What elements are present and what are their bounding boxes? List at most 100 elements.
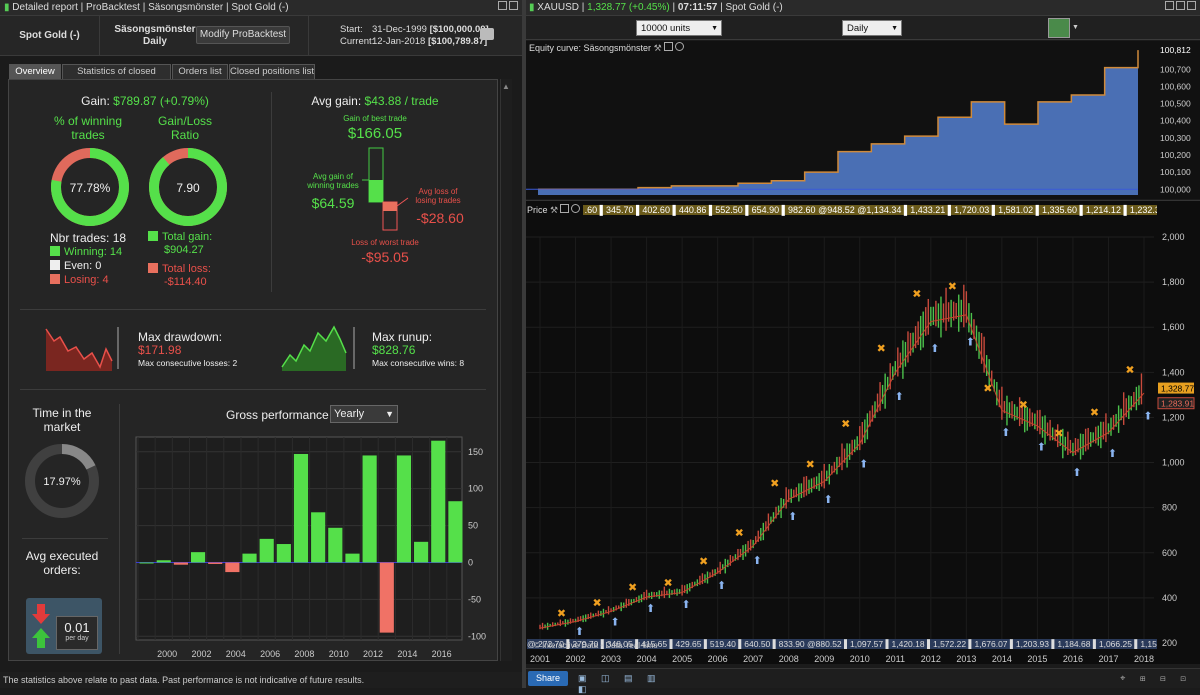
sell-marker-icon: ✖ (557, 608, 566, 620)
close-icon[interactable] (1187, 1, 1196, 10)
x-tick-label: 2004 (226, 649, 246, 659)
units-select[interactable]: 10000 units ▼ (636, 20, 722, 36)
buy-marker-icon: ⬆ (930, 343, 939, 355)
print-icon[interactable] (480, 28, 494, 40)
zoom-tools[interactable]: ⌖ ⊞ ⊟ ⊡ (1112, 673, 1192, 684)
buy-marker-icon: ⬆ (966, 337, 975, 349)
tab-closed-positions[interactable]: Closed positions list (229, 64, 315, 79)
y-tick-label: 50 (468, 521, 478, 531)
buy-marker-icon: ⬆ (1143, 411, 1152, 423)
x-tick-label: 2010 (329, 649, 349, 659)
time-in-market-value: 17.97% (43, 476, 81, 488)
scrollbar[interactable]: ▲ (500, 79, 512, 661)
modify-probacktest-button[interactable]: Modify ProBacktest (196, 26, 290, 44)
sell-marker-icon: ✖ (983, 383, 992, 395)
tab-orders-list[interactable]: Orders list (172, 64, 228, 79)
y-tick-label: 150 (468, 447, 483, 457)
avg-gain-label: Avg gain: (311, 94, 362, 108)
total-gain-label: Total gain: (162, 231, 213, 243)
buy-marker-icon: ⬆ (788, 511, 797, 523)
start-date: 31-Dec-1999 (372, 24, 427, 35)
close-icon[interactable] (674, 42, 684, 51)
close-icon[interactable] (571, 204, 581, 213)
equity-axis-label: 100,200 (1160, 150, 1191, 160)
buy-marker-icon: ⬆ (1037, 442, 1046, 454)
x-tick-label: 2002 (191, 649, 211, 659)
title-strategy: Säsongsmönster (148, 2, 224, 13)
right-title-bar: ▮ XAUUSD | 1,328.77 (+0.45%) | 07:11:57 … (526, 0, 1200, 16)
sell-marker-icon: ✖ (841, 419, 850, 431)
title-instrument: Spot Gold (-) (725, 2, 783, 13)
minimize-icon[interactable] (1165, 1, 1174, 10)
nbr-trades: Nbr trades: 18 (50, 231, 126, 245)
performance-bar (208, 562, 223, 564)
performance-bar (242, 553, 257, 563)
avg-win-bar (369, 180, 383, 202)
y-tick-label: 100 (468, 484, 483, 494)
performance-bar (259, 538, 274, 563)
tab-overview[interactable]: Overview (9, 64, 61, 79)
buy-marker-icon: ⬆ (859, 458, 868, 470)
red-square-icon (148, 263, 158, 273)
green-square-icon (148, 231, 158, 241)
avg-executed-orders-label: Avg executed orders: (25, 549, 99, 577)
maximize-icon[interactable] (560, 204, 570, 213)
wrench-icon[interactable]: ⚒ (550, 205, 558, 215)
price-chart: 2,000 1,800 1,600 1,400 1,200 1,000 800 600 400 2… (526, 232, 1195, 664)
window-controls[interactable] (1146, 0, 1196, 16)
start-label: Start: (340, 24, 363, 35)
max-drawdown-value: $171.98 (138, 343, 182, 357)
report-header: Spot Gold (-) Säsongsmönster Daily Modif… (0, 16, 522, 56)
wrench-icon[interactable]: ⚒ (654, 43, 662, 53)
minimize-icon[interactable] (498, 1, 507, 10)
maximize-icon[interactable] (663, 42, 673, 51)
period-select[interactable]: Yearly ▼ (330, 405, 398, 423)
avg-gain-value: $43.88 / trade (364, 94, 439, 108)
year-label: 2004 (637, 654, 657, 664)
current-date: 12-Jan-2018 (372, 36, 426, 47)
share-button[interactable]: Share (528, 671, 568, 686)
price-axis-label: 1,400 (1162, 367, 1185, 377)
drawing-tools[interactable]: ▣ ◫ ▤ ▥ ◧ (578, 673, 678, 694)
time-in-market-donut: 17.97% (25, 444, 99, 518)
best-trade-value: $166.05 (347, 125, 403, 142)
performance-bar (173, 562, 188, 565)
window-controls[interactable] (478, 0, 518, 16)
winning-value: 14 (109, 246, 123, 258)
avg-loss-pointer (396, 197, 409, 207)
strategy-name: Säsongsmönster (114, 24, 196, 35)
gain-value: $789.87 (+0.79%) (113, 94, 209, 108)
performance-bar (293, 453, 309, 563)
year-label: 2018 (1134, 654, 1154, 664)
close-icon[interactable] (509, 1, 518, 10)
maximize-icon[interactable] (1176, 1, 1185, 10)
y-tick-label: -100 (468, 631, 486, 641)
year-label: 2001 (530, 654, 550, 664)
white-square-icon (50, 260, 60, 270)
best-trade-label: Gain of best trade (343, 114, 407, 123)
equity-axis-label: 100,100 (1160, 167, 1191, 177)
losing-label: Losing: (64, 274, 100, 286)
sell-marker-icon: ✖ (1054, 428, 1063, 440)
sell-marker-icon: ✖ (1019, 400, 1028, 412)
copyright: © Interactive Data • Data: real-time (534, 641, 658, 650)
sell-marker-icon: ✖ (628, 582, 637, 594)
last-price: 1,328.77 (+0.45%) (587, 2, 670, 13)
price-axis-label: 600 (1162, 548, 1177, 558)
tab-statistics[interactable]: Statistics of closed trades (62, 64, 171, 91)
performance-bar (396, 455, 412, 563)
timeframe-select[interactable]: Daily ▼ (842, 20, 902, 36)
gross-performance-label: Gross performance (226, 408, 329, 422)
chevron-down-icon[interactable]: ▼ (1072, 18, 1081, 38)
avg-gain-line: Avg gain: $43.88 / trade (290, 94, 460, 108)
sell-marker-icon: ✖ (912, 288, 921, 300)
indicator-tools-icon[interactable] (1048, 18, 1070, 38)
performance-bar (414, 541, 429, 563)
x-tick-label: 2008 (294, 649, 314, 659)
nbr-trades-label: Nbr trades: (50, 231, 110, 245)
y-tick-label: 0 (468, 557, 473, 567)
equity-axis-label: 100,300 (1160, 133, 1191, 143)
title-probacktest: ProBacktest (86, 2, 140, 13)
total-loss: Total loss: -$114.40 (148, 263, 211, 289)
x-tick-label: 2016 (432, 649, 452, 659)
